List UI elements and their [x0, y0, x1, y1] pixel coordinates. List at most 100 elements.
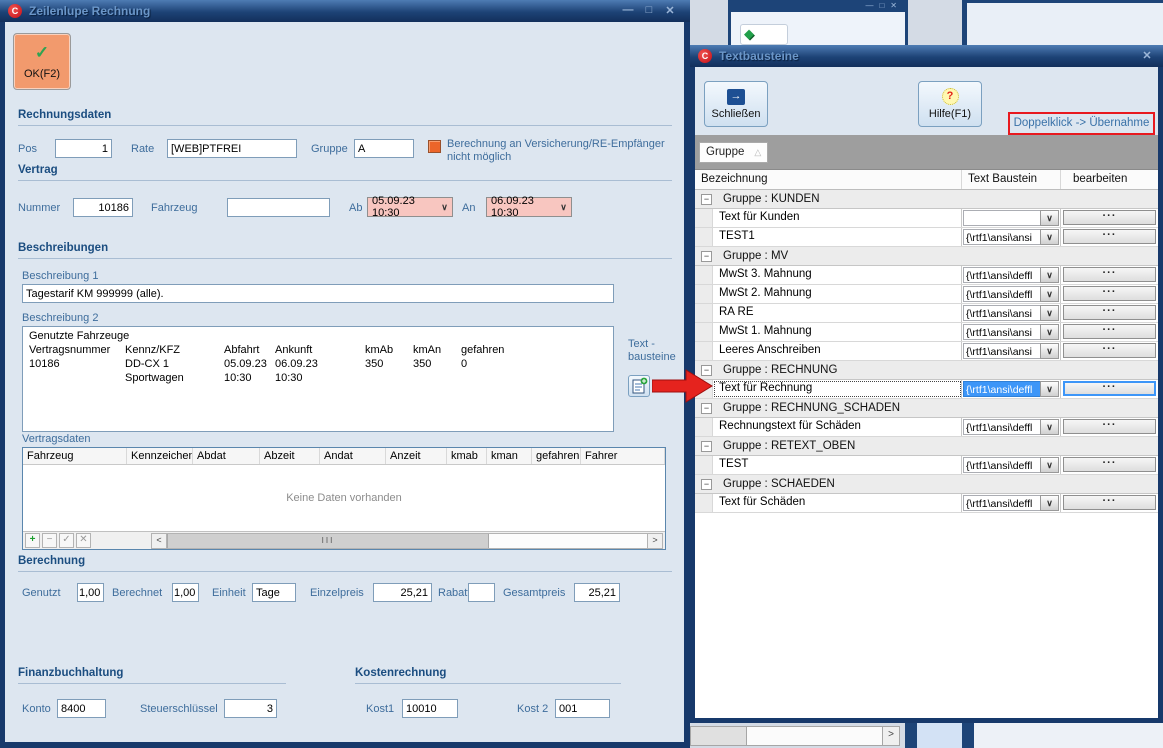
edit-button[interactable]: ···: [1063, 495, 1156, 510]
chevron-down-icon[interactable]: ∨: [1040, 381, 1059, 397]
column-header-bearbeiten[interactable]: bearbeiten: [1061, 170, 1158, 189]
text-baustein-value[interactable]: [963, 210, 1040, 226]
text-baustein-value[interactable]: {\rtf1\ansi\deffl: [963, 419, 1040, 435]
textbaustein-row[interactable]: Leeres Anschreiben{\rtf1\ansi\ansi∨ ···: [695, 342, 1158, 361]
einheit-field[interactable]: [252, 583, 296, 602]
text-baustein-value[interactable]: {\rtf1\ansi\deffl: [963, 457, 1040, 473]
column-header-bezeichnung[interactable]: Bezeichnung: [695, 170, 962, 189]
edit-button[interactable]: ···: [1063, 343, 1156, 358]
gruppe-field[interactable]: [354, 139, 414, 158]
steuerschluessel-field[interactable]: [224, 699, 277, 718]
group-by-chip-gruppe[interactable]: Gruppe△: [699, 142, 768, 163]
text-baustein-value[interactable]: {\rtf1\ansi\deffl: [963, 381, 1040, 397]
column-header-anzeit[interactable]: Anzeit: [386, 448, 447, 464]
column-header-kman[interactable]: kman: [487, 448, 532, 464]
pos-field[interactable]: [55, 139, 112, 158]
fahrzeug-field[interactable]: [227, 198, 330, 217]
versicherung-checkbox[interactable]: [428, 140, 441, 153]
scrollbar-track[interactable]: [489, 534, 647, 548]
add-row-button[interactable]: +: [25, 533, 40, 548]
textbaustein-row[interactable]: MwSt 3. Mahnung{\rtf1\ansi\deffl∨···: [695, 266, 1158, 285]
scroll-left-button[interactable]: <: [152, 534, 167, 548]
accept-button[interactable]: ✓: [59, 533, 74, 548]
column-header-abzeit[interactable]: Abzeit: [260, 448, 320, 464]
bezeichnung-cell[interactable]: MwSt 2. Mahnung: [713, 285, 962, 303]
bezeichnung-cell[interactable]: Text für Schäden: [713, 494, 962, 512]
column-header-abdat[interactable]: Abdat: [193, 448, 260, 464]
group-row[interactable]: −Gruppe : MV: [695, 247, 1158, 266]
text-baustein-value[interactable]: {\rtf1\ansi\ansi: [963, 324, 1040, 340]
text-baustein-value[interactable]: {\rtf1\ansi\ansi: [963, 305, 1040, 321]
textbaustein-row[interactable]: Text für Kunden∨···: [695, 209, 1158, 228]
edit-button[interactable]: ···: [1063, 419, 1156, 434]
maximize-button[interactable]: □: [641, 4, 657, 16]
text-baustein-value[interactable]: {\rtf1\ansi\ansi: [963, 343, 1040, 359]
collapse-icon[interactable]: −: [701, 251, 712, 262]
text-baustein-value[interactable]: {\rtf1\ansi\ansi: [963, 229, 1040, 245]
gesamtpreis-field[interactable]: [574, 583, 620, 602]
bezeichnung-cell[interactable]: Rechnungstext für Schäden: [713, 418, 962, 436]
einzelpreis-field[interactable]: [373, 583, 432, 602]
column-header-gefahren[interactable]: gefahren: [532, 448, 581, 464]
berechnet-field[interactable]: [172, 583, 199, 602]
bezeichnung-cell[interactable]: TEST: [713, 456, 962, 474]
text-baustein-value[interactable]: {\rtf1\ansi\deffl: [963, 495, 1040, 511]
group-row[interactable]: −Gruppe : RECHNUNG: [695, 361, 1158, 380]
titlebar[interactable]: C Textbausteine: [690, 45, 1163, 67]
bezeichnung-cell[interactable]: MwSt 1. Mahnung: [713, 323, 962, 341]
textbausteine-button[interactable]: [628, 375, 650, 397]
column-header-fahrer[interactable]: Fahrer: [581, 448, 665, 464]
bezeichnung-cell[interactable]: Text für Kunden: [713, 209, 962, 227]
group-row[interactable]: −Gruppe : RETEXT_OBEN: [695, 437, 1158, 456]
horizontal-scrollbar[interactable]: < III >: [151, 533, 663, 549]
cancel-button[interactable]: ✕: [76, 533, 91, 548]
edit-button[interactable]: ···: [1063, 324, 1156, 339]
edit-button[interactable]: ···: [1063, 210, 1156, 225]
ok-button[interactable]: ✓ OK(F2): [13, 33, 71, 90]
chevron-down-icon[interactable]: ∨: [437, 202, 452, 213]
schliessen-button[interactable]: → Schließen: [704, 81, 768, 127]
nummer-field[interactable]: [73, 198, 133, 217]
bezeichnung-cell[interactable]: TEST1: [713, 228, 962, 246]
chevron-down-icon[interactable]: ∨: [1040, 305, 1059, 321]
edit-button[interactable]: ···: [1063, 286, 1156, 301]
group-row[interactable]: −Gruppe : KUNDEN: [695, 190, 1158, 209]
chevron-down-icon[interactable]: ∨: [1040, 495, 1059, 511]
bezeichnung-cell[interactable]: Leeres Anschreiben: [713, 342, 962, 360]
ab-date-dropdown[interactable]: 05.09.23 10:30 ∨: [367, 197, 453, 217]
text-baustein-value[interactable]: {\rtf1\ansi\deffl: [963, 286, 1040, 302]
edit-button[interactable]: ···: [1063, 457, 1156, 472]
chevron-down-icon[interactable]: ∨: [1040, 343, 1059, 359]
genutzt-field[interactable]: [77, 583, 104, 602]
kost2-field[interactable]: [555, 699, 610, 718]
kost1-field[interactable]: [402, 699, 458, 718]
text-baustein-value[interactable]: {\rtf1\ansi\deffl: [963, 267, 1040, 283]
collapse-icon[interactable]: −: [701, 403, 712, 414]
bezeichnung-cell[interactable]: RA RE: [713, 304, 962, 322]
collapse-icon[interactable]: −: [701, 441, 712, 452]
edit-button[interactable]: ···: [1063, 229, 1156, 244]
chevron-down-icon[interactable]: ∨: [1040, 457, 1059, 473]
titlebar[interactable]: C Zeilenlupe Rechnung: [0, 0, 690, 22]
chevron-down-icon[interactable]: ∨: [1040, 324, 1059, 340]
bezeichnung-cell[interactable]: Text für Rechnung: [713, 380, 962, 398]
hilfe-button[interactable]: ? Hilfe(F1): [918, 81, 982, 127]
chevron-down-icon[interactable]: ∨: [556, 202, 571, 213]
minimize-button[interactable]: —: [620, 4, 636, 16]
textbaustein-row[interactable]: Text für Schäden{\rtf1\ansi\deffl∨ ···: [695, 494, 1158, 513]
chevron-down-icon[interactable]: ∨: [1040, 267, 1059, 283]
edit-button[interactable]: ···: [1063, 381, 1156, 396]
chevron-down-icon[interactable]: ∨: [1040, 229, 1059, 245]
chevron-down-icon[interactable]: ∨: [1040, 286, 1059, 302]
edit-button[interactable]: ···: [1063, 305, 1156, 320]
beschreibung2-field[interactable]: Genutzte FahrzeugeVertragsnummerKennz/KF…: [22, 326, 614, 432]
beschreibung1-field[interactable]: [22, 284, 614, 303]
textbaustein-row[interactable]: MwSt 2. Mahnung{\rtf1\ansi\deffl∨ ···: [695, 285, 1158, 304]
group-row[interactable]: −Gruppe : SCHAEDEN: [695, 475, 1158, 494]
edit-button[interactable]: ···: [1063, 267, 1156, 282]
column-header-text-baustein[interactable]: Text Baustein: [962, 170, 1061, 189]
an-date-dropdown[interactable]: 06.09.23 10:30 ∨: [486, 197, 572, 217]
rabatt-field[interactable]: [468, 583, 495, 602]
rate-field[interactable]: [167, 139, 297, 158]
textbaustein-row[interactable]: TEST{\rtf1\ansi\deffl∨ ···: [695, 456, 1158, 475]
